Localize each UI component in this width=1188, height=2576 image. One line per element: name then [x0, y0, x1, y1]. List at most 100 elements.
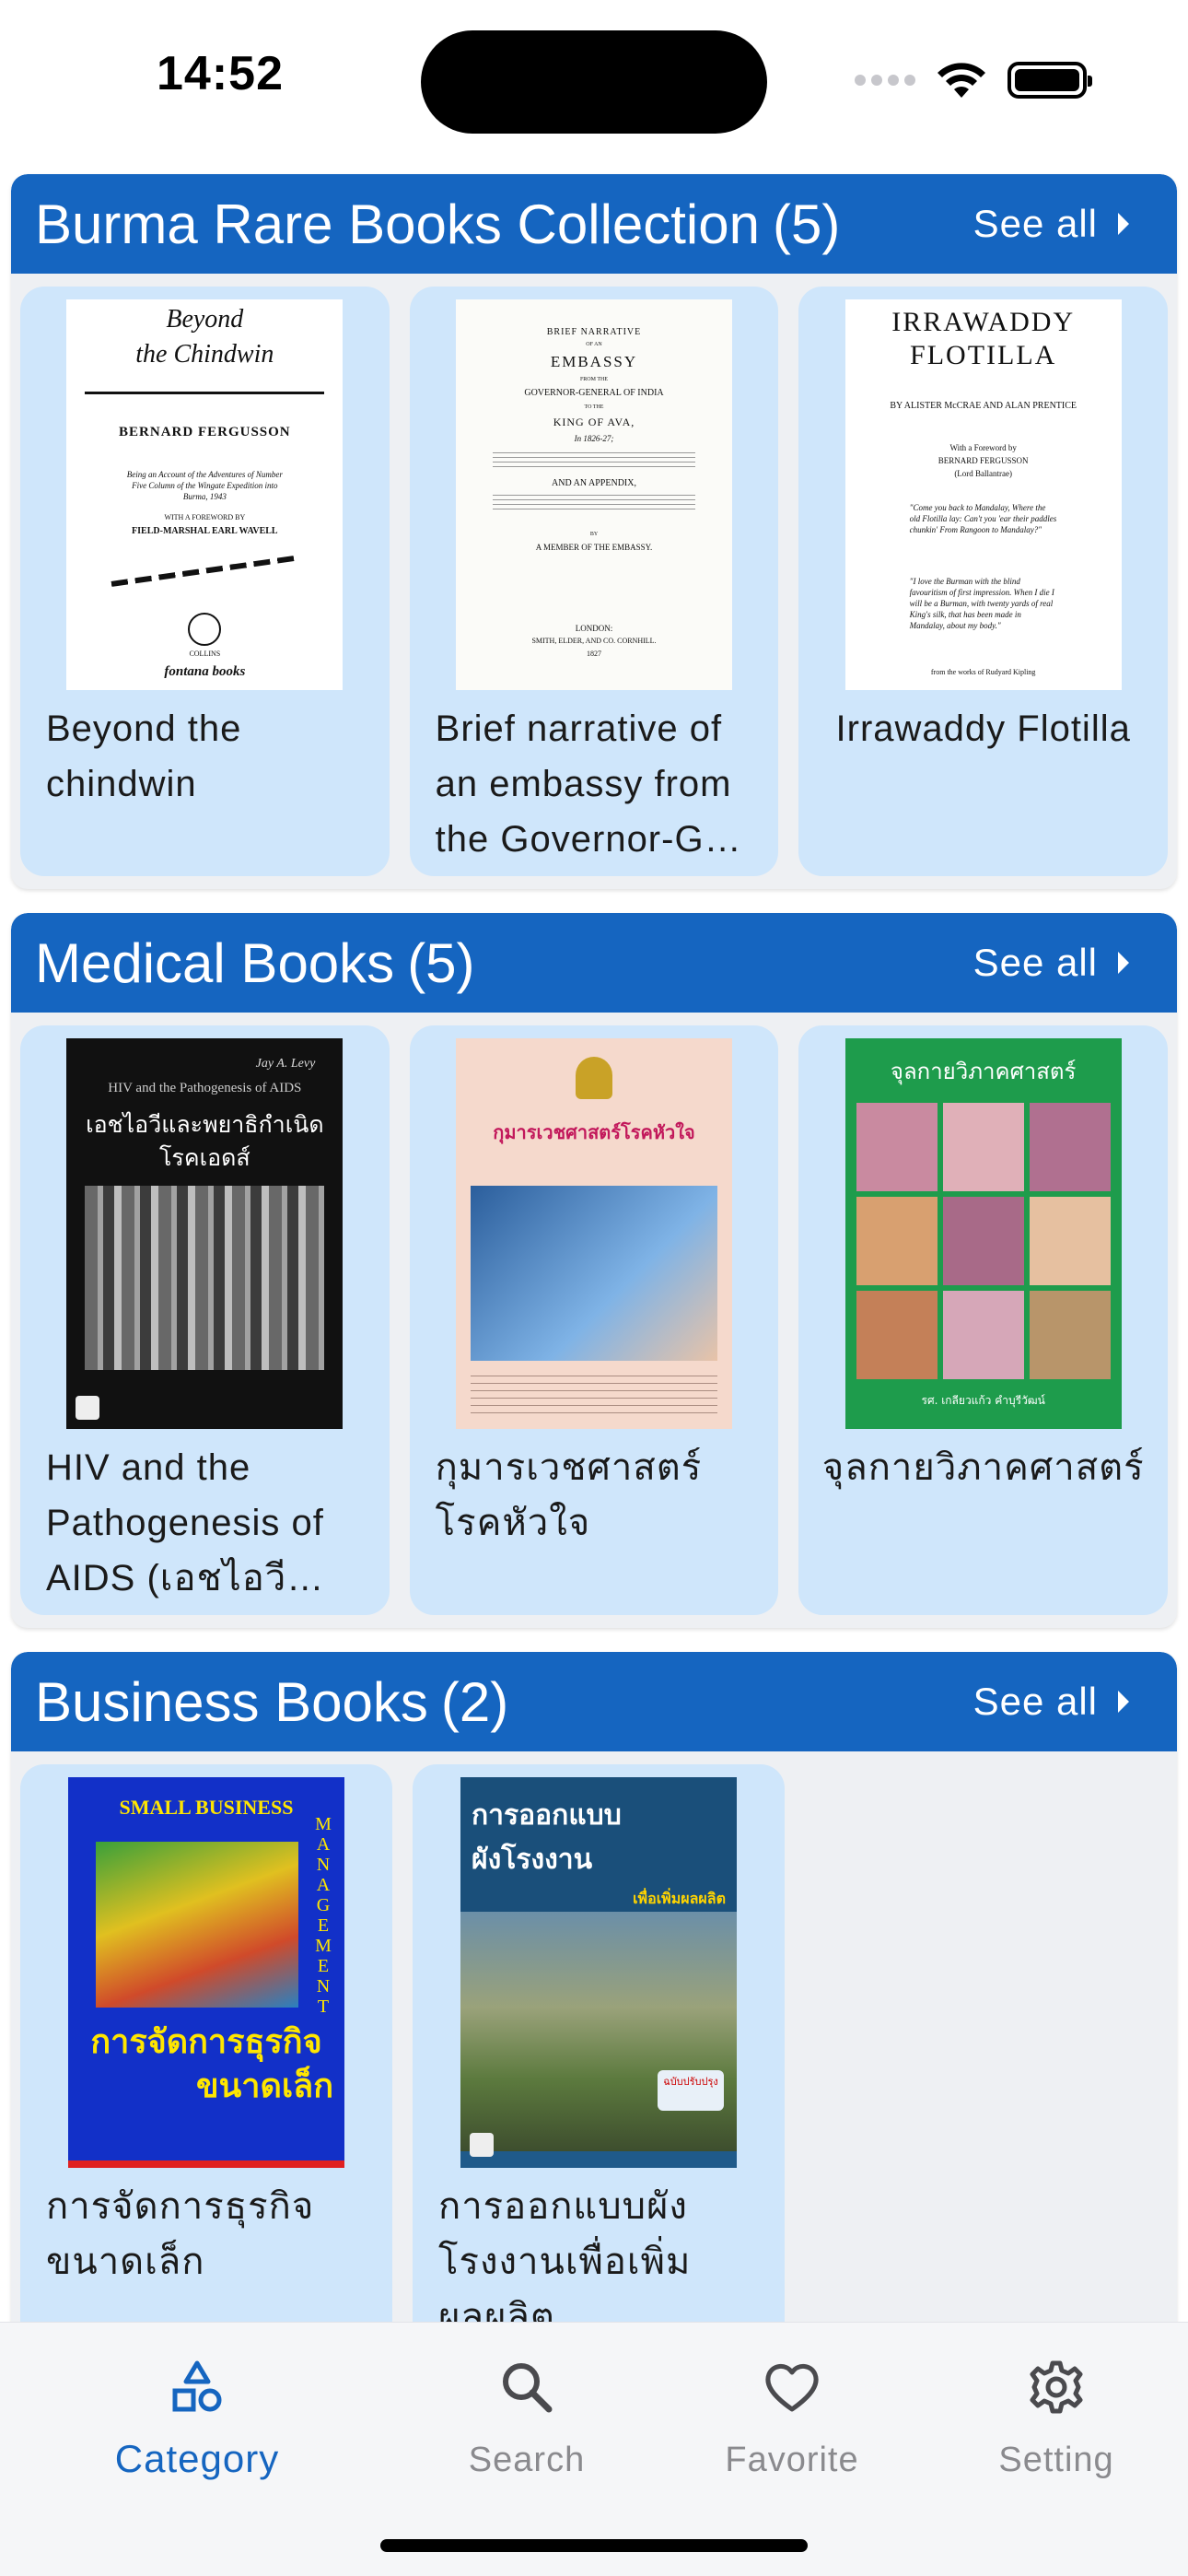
cellular-signal-icon	[855, 75, 915, 86]
book-card[interactable]: การออกแบบ ผังโรงงาน เพื่อเพิ่มผลผลิต ฉบั…	[413, 1764, 785, 2322]
section-title: Burma Rare Books Collection	[35, 193, 761, 255]
tab-setting[interactable]: Setting	[937, 2350, 1176, 2480]
cover-text: the Chindwin	[135, 340, 274, 369]
battery-icon	[1007, 62, 1092, 99]
book-card[interactable]: Jay A. Levy HIV and the Pathogenesis of …	[20, 1025, 390, 1615]
book-cover-image: การออกแบบ ผังโรงงาน เพื่อเพิ่มผลผลิต ฉบั…	[460, 1777, 737, 2168]
cover-text: BY	[589, 532, 599, 537]
section-header: Burma Rare Books Collection (5) See all	[11, 174, 1177, 274]
abstract-texture	[85, 1186, 325, 1370]
book-card[interactable]: กุมารเวชศาสตร์โรคหัวใจ กุมารเวชศาสตร์โรค…	[409, 1025, 779, 1615]
tab-favorite[interactable]: Favorite	[672, 2350, 912, 2480]
cover-text: BERNARD FERGUSSON	[119, 425, 291, 439]
book-cover-image: IRRAWADDY FLOTILLA BY ALISTER McCRAE AND…	[844, 299, 1122, 690]
cover-photo	[460, 1912, 737, 2151]
section-header: Business Books (2) See all	[11, 1652, 1177, 1751]
publisher-logo	[188, 613, 222, 646]
section-burma-rare-books: Burma Rare Books Collection (5) See all …	[11, 174, 1177, 889]
cover-text: Jay A. Levy	[255, 1057, 316, 1071]
tab-label: Search	[468, 2441, 586, 2479]
bottom-tab-bar: Category Search Favorite Setting	[0, 2322, 1188, 2576]
section-count: (5)	[407, 931, 475, 994]
cover-text: การออกแบบ	[472, 1799, 622, 1832]
cover-text: Beyond	[166, 305, 244, 334]
book-cover-image: จุลกายวิภาคศาสตร์ รศ. เกลียวแก้ว คำบุรีว…	[844, 1038, 1122, 1429]
cover-photo	[471, 1186, 717, 1361]
book-card[interactable]: Beyond the Chindwin BERNARD FERGUSSON Be…	[20, 287, 390, 876]
book-title: การจัดการธุรกิจขนาดเล็ก	[46, 2186, 315, 2282]
section-title: Medical Books	[35, 931, 395, 994]
book-cover-image: Jay A. Levy HIV and the Pathogenesis of …	[66, 1038, 344, 1429]
tab-label: Setting	[998, 2441, 1114, 2479]
chevron-right-icon	[1118, 213, 1129, 235]
book-cover-image: Beyond the Chindwin BERNARD FERGUSSON Be…	[66, 299, 344, 690]
cover-text: from the works of Rudyard Kipling	[930, 668, 1036, 676]
cover-text: 1827	[587, 650, 601, 658]
category-list[interactable]: Burma Rare Books Collection (5) See all …	[0, 161, 1188, 2322]
book-card[interactable]: SMALL BUSINESS MANAGEMENT การจัดการธุรกิ…	[20, 1764, 392, 2322]
cover-text: MANAGEMENT	[315, 1814, 332, 2017]
section-business-books: Business Books (2) See all SMALL BUSINES…	[11, 1652, 1177, 2322]
cover-text: COLLINS	[189, 650, 221, 658]
book-card[interactable]: BRIEF NARRATIVE OF AN EMBASSY FROM THE G…	[409, 287, 779, 876]
cover-text: OF AN	[586, 342, 602, 347]
cover-text: In 1826-27;	[574, 434, 614, 443]
status-indicators	[855, 57, 1092, 103]
book-row: SMALL BUSINESS MANAGEMENT การจัดการธุรกิ…	[11, 1751, 1177, 2322]
tab-category[interactable]: Category	[77, 2350, 317, 2481]
tab-search[interactable]: Search	[407, 2350, 646, 2480]
divider	[85, 392, 325, 394]
see-all-button[interactable]: See all	[973, 1680, 1153, 1724]
cover-text: "Come you back to Mandalay, Where the ol…	[909, 503, 1057, 534]
cover-text: FROM THE	[579, 377, 609, 382]
see-all-label: See all	[973, 941, 1098, 984]
cover-text: HIV and the Pathogenesis of AIDS	[108, 1081, 302, 1095]
cover-text: ผังโรงงาน	[472, 1844, 593, 1876]
cover-text: กุมารเวชศาสตร์โรคหัวใจ	[493, 1121, 695, 1143]
cover-text: WITH A FOREWORD BY	[164, 513, 246, 521]
chevron-right-icon	[1118, 1691, 1129, 1713]
cover-text: LONDON:	[575, 624, 613, 633]
book-row: Beyond the Chindwin BERNARD FERGUSSON Be…	[11, 274, 1177, 889]
cover-text: เอชไอวีและพยาธิกำเนิดโรคเอดส์	[86, 1111, 324, 1171]
book-card[interactable]: จุลกายวิภาคศาสตร์ รศ. เกลียวแก้ว คำบุรีว…	[798, 1025, 1169, 1615]
search-icon	[407, 2350, 646, 2424]
cover-text: fontana books	[164, 664, 246, 679]
see-all-label: See all	[973, 202, 1098, 245]
cover-text: A MEMBER OF THE EMBASSY.	[535, 543, 653, 552]
app-screen: 14:52 Burma Rare Books Collection (5) Se…	[0, 0, 1188, 2576]
category-icon	[77, 2350, 317, 2424]
cover-text: FLOTILLA	[910, 340, 1057, 370]
tab-label: Category	[114, 2437, 280, 2480]
publisher-logo	[470, 2133, 494, 2157]
publisher-logo	[76, 1396, 100, 1420]
book-row: Jay A. Levy HIV and the Pathogenesis of …	[11, 1013, 1177, 1628]
cover-text: FIELD-MARSHAL EARL WAVELL	[132, 526, 278, 536]
cover-text: จุลกายวิภาคศาสตร์	[890, 1059, 1077, 1084]
book-cover-image: SMALL BUSINESS MANAGEMENT การจัดการธุรกิ…	[68, 1777, 344, 2168]
cover-text: BRIEF NARRATIVE	[546, 327, 642, 337]
cover-text: KING OF AVA,	[553, 416, 635, 428]
emblem	[576, 1057, 612, 1099]
home-indicator[interactable]	[380, 2539, 808, 2552]
histology-images	[856, 1103, 1111, 1379]
see-all-label: See all	[973, 1680, 1098, 1723]
small-print-lines	[493, 495, 695, 509]
book-title: การออกแบบผังโรงงานเพื่อเพิ่มผลผลิต	[438, 2186, 692, 2322]
cover-text: (Lord Ballantrae)	[954, 469, 1013, 478]
section-header: Medical Books (5) See all	[11, 913, 1177, 1013]
section-count: (5)	[773, 193, 841, 255]
cover-text: BY ALISTER McCRAE AND ALAN PRENTICE	[890, 401, 1077, 411]
book-card[interactable]: IRRAWADDY FLOTILLA BY ALISTER McCRAE AND…	[798, 287, 1169, 876]
cover-text: รศ. เกลียวแก้ว คำบุรีวัฒน์	[921, 1394, 1045, 1407]
small-print-lines	[471, 1376, 717, 1416]
book-cover-image: BRIEF NARRATIVE OF AN EMBASSY FROM THE G…	[456, 299, 732, 690]
book-title: HIV and the Pathogenesis of AIDS (เอชไอว…	[46, 1447, 324, 1598]
cover-text: เพื่อเพิ่มผลผลิต	[633, 1890, 726, 1907]
see-all-button[interactable]: See all	[973, 202, 1153, 246]
cover-text: EMBASSY	[550, 353, 638, 370]
cover-text: ขนาดเล็ก	[196, 2067, 333, 2105]
cover-stripe	[68, 2160, 344, 2168]
dynamic-island	[421, 30, 767, 134]
see-all-button[interactable]: See all	[973, 941, 1153, 985]
